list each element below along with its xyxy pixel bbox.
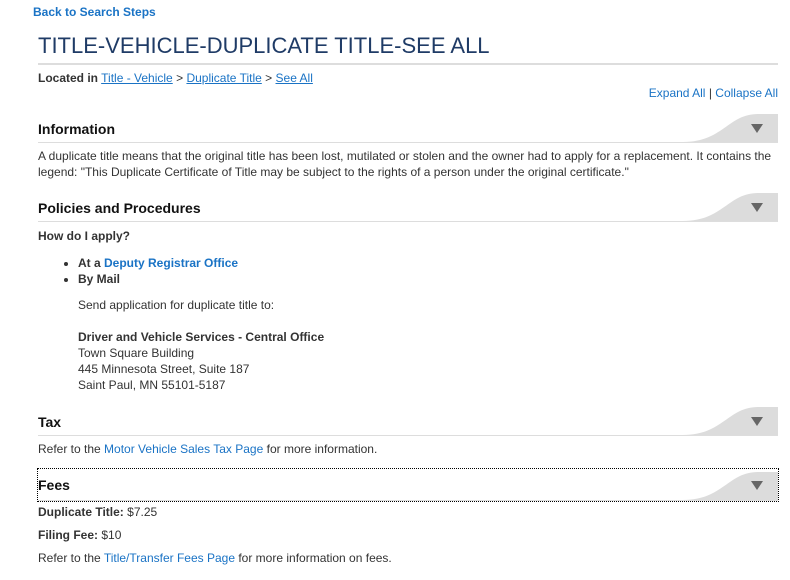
information-text: A duplicate title means that the origina… bbox=[38, 149, 772, 179]
page-title: TITLE-VEHICLE-DUPLICATE TITLE-SEE ALL bbox=[38, 33, 778, 65]
deputy-registrar-link[interactable]: Deputy Registrar Office bbox=[104, 256, 238, 270]
tax-text: Refer to the Motor Vehicle Sales Tax Pag… bbox=[38, 441, 778, 457]
section-title: Fees bbox=[38, 477, 70, 493]
fee-value: $10 bbox=[101, 528, 122, 542]
fee-label: Filing Fee: bbox=[38, 528, 98, 542]
title-transfer-fees-link[interactable]: Title/Transfer Fees Page bbox=[104, 551, 235, 565]
breadcrumb-duplicate-title[interactable]: Duplicate Title bbox=[186, 71, 261, 85]
text: Refer to the bbox=[38, 551, 101, 565]
question: How do I apply? bbox=[38, 229, 130, 243]
policies-content: How do I apply? At a Deputy Registrar Of… bbox=[38, 228, 778, 393]
breadcrumb-prefix: Located in bbox=[38, 71, 99, 85]
breadcrumb-title-vehicle[interactable]: Title - Vehicle bbox=[101, 71, 173, 85]
breadcrumb: Located in Title - Vehicle > Duplicate T… bbox=[38, 71, 313, 85]
divider: | bbox=[708, 86, 712, 100]
header-tab-shape bbox=[683, 407, 778, 435]
fee-value: $7.25 bbox=[127, 505, 158, 519]
section-header-tax[interactable]: Tax bbox=[38, 407, 778, 436]
section-title: Tax bbox=[38, 414, 62, 430]
chevron-down-icon[interactable] bbox=[751, 417, 763, 426]
text: for more information on fees. bbox=[238, 551, 392, 565]
header-tab-shape bbox=[683, 472, 778, 500]
chevron-down-icon[interactable] bbox=[751, 124, 763, 133]
breadcrumb-separator: > bbox=[265, 71, 273, 85]
address-line: Town Square Building bbox=[78, 346, 195, 360]
breadcrumb-separator: > bbox=[176, 71, 184, 85]
address-line: 445 Minnesota Street, Suite 187 bbox=[78, 362, 250, 376]
section-header-fees[interactable]: Fees bbox=[37, 468, 779, 502]
fees-content: Duplicate Title: $7.25 Filing Fee: $10 R… bbox=[38, 504, 778, 566]
header-tab-shape bbox=[683, 193, 778, 221]
item-prefix: At a bbox=[78, 256, 101, 270]
section-title: Information bbox=[38, 121, 115, 137]
chevron-down-icon[interactable] bbox=[751, 203, 763, 212]
text: for more information. bbox=[266, 442, 378, 456]
chevron-down-icon[interactable] bbox=[751, 481, 763, 490]
section-title: Policies and Procedures bbox=[38, 200, 201, 216]
expand-collapse-controls: Expand All | Collapse All bbox=[649, 86, 778, 100]
send-text: Send application for duplicate title to: bbox=[78, 298, 275, 312]
expand-all-link[interactable]: Expand All bbox=[649, 86, 706, 100]
text: Refer to the bbox=[38, 442, 101, 456]
header-tab-shape bbox=[683, 114, 778, 142]
sales-tax-link[interactable]: Motor Vehicle Sales Tax Page bbox=[104, 442, 263, 456]
address-name: Driver and Vehicle Services - Central Of… bbox=[78, 330, 325, 344]
address-line: Saint Paul, MN 55101-5187 bbox=[78, 378, 226, 392]
section-header-information[interactable]: Information bbox=[38, 114, 778, 143]
breadcrumb-see-all[interactable]: See All bbox=[276, 71, 313, 85]
section-header-policies[interactable]: Policies and Procedures bbox=[38, 193, 778, 222]
by-mail: By Mail bbox=[78, 272, 121, 286]
collapse-all-link[interactable]: Collapse All bbox=[715, 86, 778, 100]
fee-label: Duplicate Title: bbox=[38, 505, 124, 519]
back-to-search-link[interactable]: Back to Search Steps bbox=[33, 5, 156, 19]
